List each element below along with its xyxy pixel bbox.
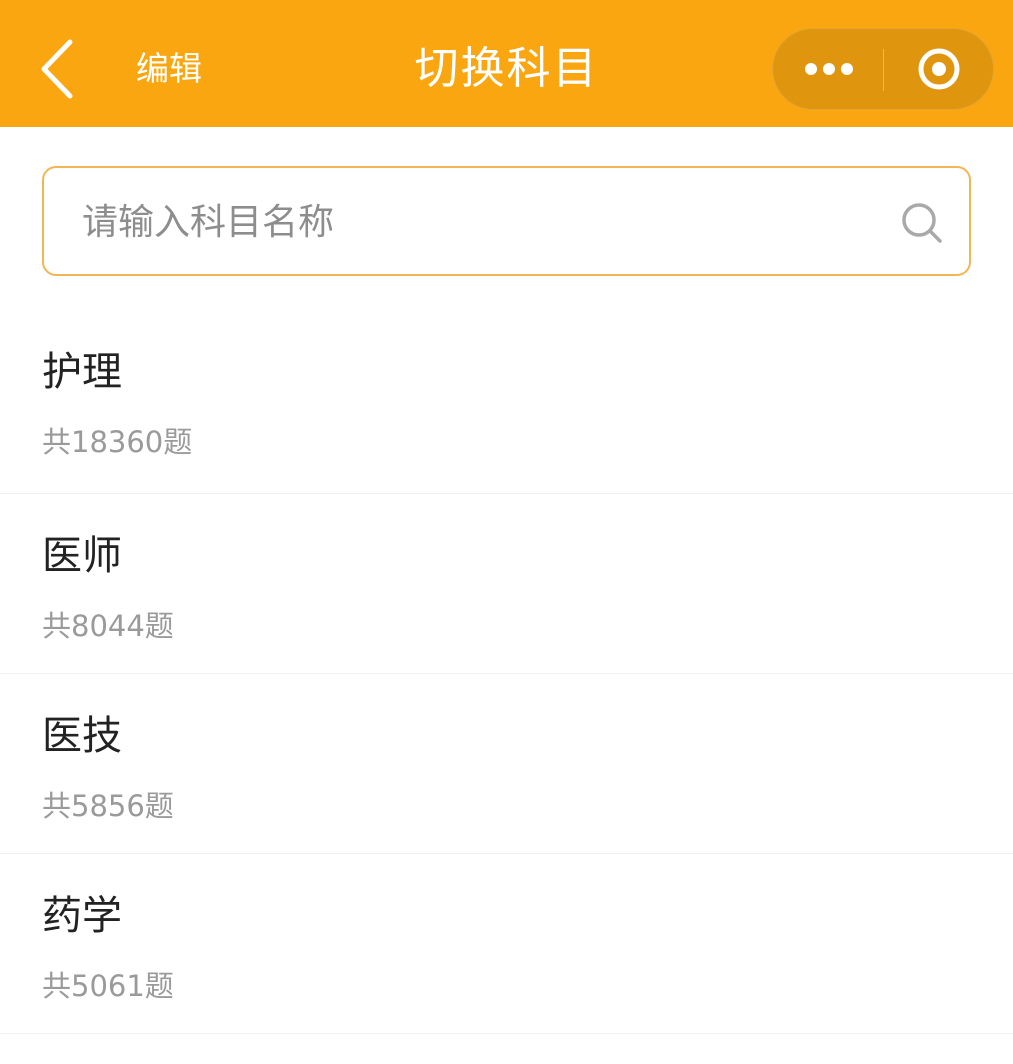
subject-item-pharmacy[interactable]: 药学 共5061题	[0, 854, 1013, 1034]
mini-program-capsule	[772, 28, 994, 110]
subject-name: 护理	[42, 349, 122, 395]
target-circle-icon	[918, 48, 960, 90]
subject-question-count: 共18360题	[42, 425, 193, 459]
subject-item-medical-technology[interactable]: 医技 共5856题	[0, 674, 1013, 854]
subject-name: 医师	[42, 533, 122, 579]
subject-question-count: 共5061题	[42, 969, 174, 1003]
nav-header: 编辑 切换科目	[0, 0, 1013, 127]
search-box	[42, 166, 971, 276]
subject-list: 护理 共18360题 医师 共8044题 医技 共5856题 药学 共5061题	[0, 310, 1013, 1034]
subject-question-count: 共5856题	[42, 789, 174, 823]
search-icon[interactable]	[900, 201, 944, 245]
more-dots-icon	[805, 63, 817, 75]
search-input[interactable]	[82, 192, 882, 252]
more-dots-icon	[823, 63, 835, 75]
subject-name: 医技	[42, 713, 122, 759]
subject-item-nursing[interactable]: 护理 共18360题	[0, 310, 1013, 494]
more-dots-icon	[841, 63, 853, 75]
subject-name: 药学	[42, 893, 122, 939]
subject-item-physician[interactable]: 医师 共8044题	[0, 494, 1013, 674]
more-button[interactable]	[773, 29, 883, 109]
subject-question-count: 共8044题	[42, 609, 174, 643]
close-mini-program-button[interactable]	[884, 29, 994, 109]
